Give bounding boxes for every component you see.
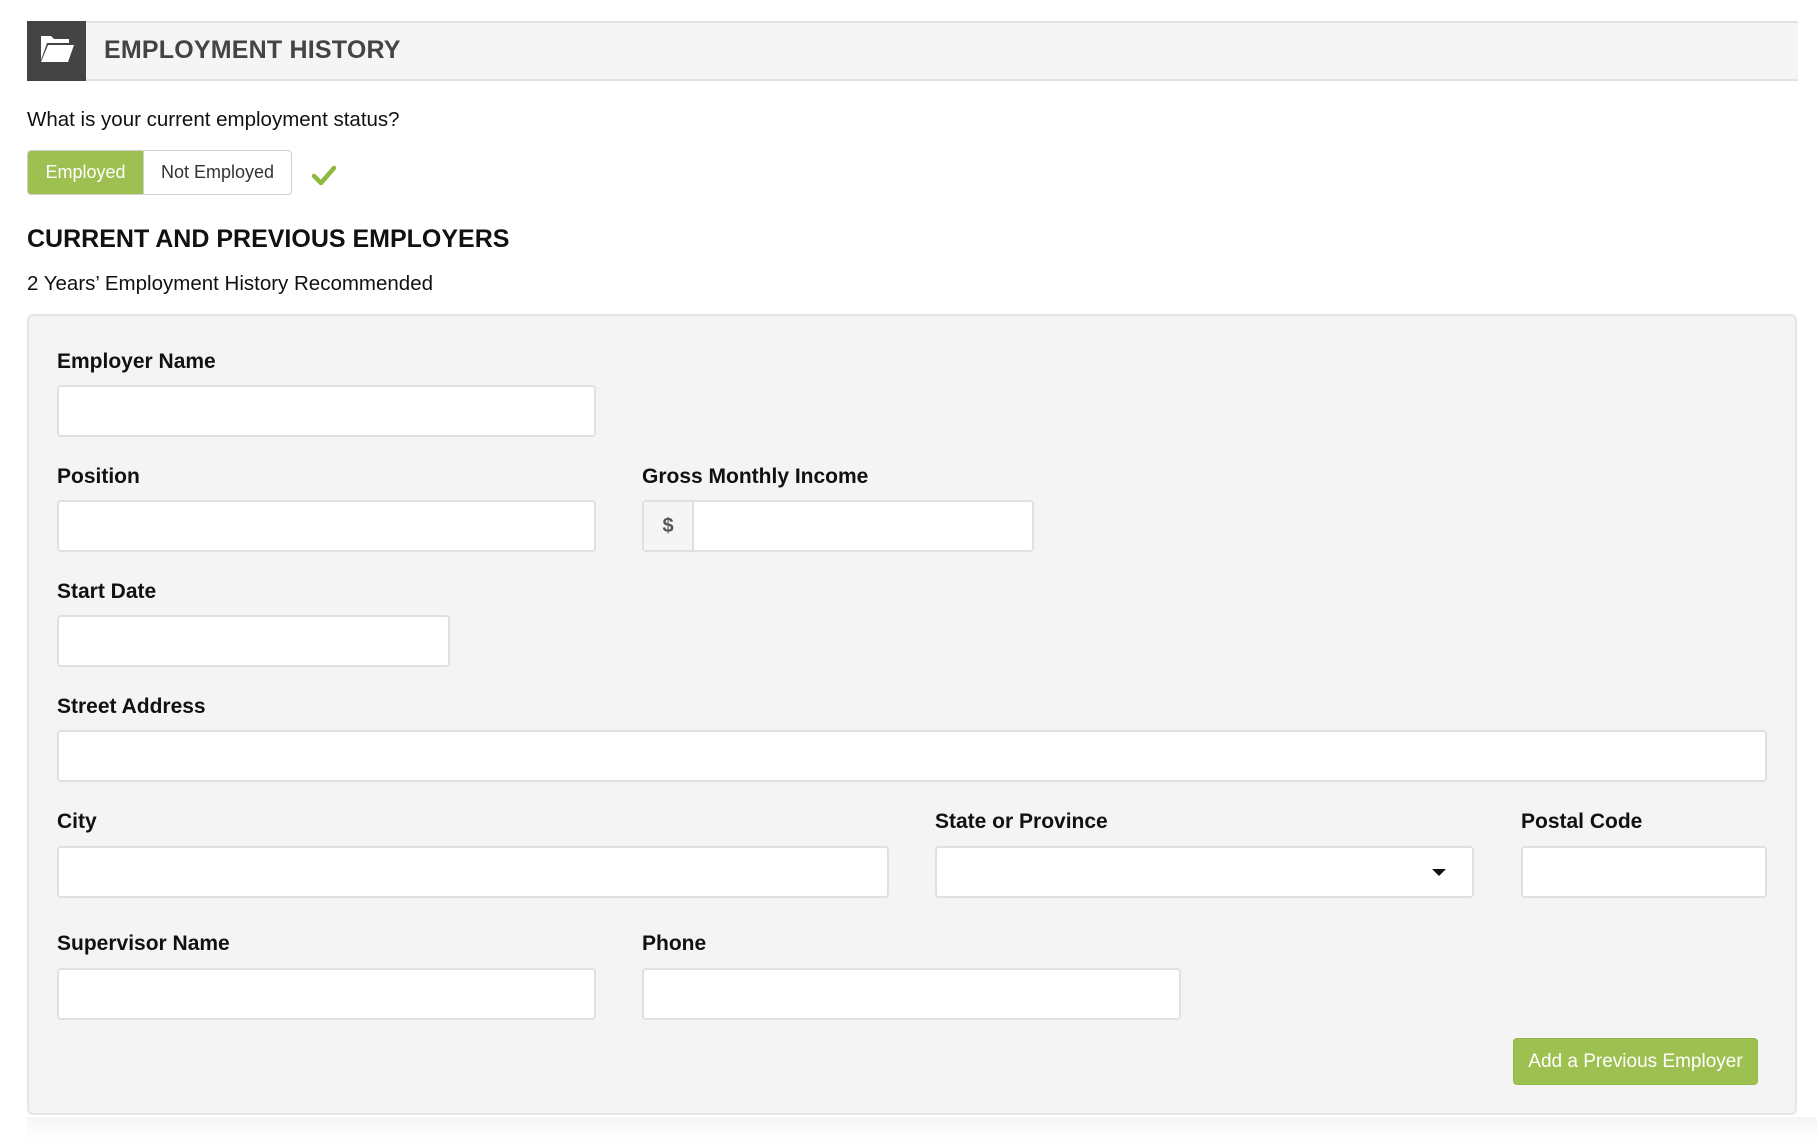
employers-title: CURRENT AND PREVIOUS EMPLOYERS <box>27 225 510 253</box>
section-title: EMPLOYMENT HISTORY <box>104 36 401 64</box>
employer-name-input[interactable] <box>57 385 596 437</box>
position-input[interactable] <box>57 500 596 552</box>
folder-open-icon <box>39 34 75 69</box>
employed-option[interactable]: Employed <box>28 151 143 194</box>
gross-monthly-income-label: Gross Monthly Income <box>642 465 869 488</box>
city-input[interactable] <box>57 846 889 898</box>
phone-input[interactable] <box>642 968 1181 1020</box>
employment-status-question: What is your current employment status? <box>27 108 400 131</box>
start-date-label: Start Date <box>57 580 157 603</box>
panel-shadow <box>27 1117 1817 1142</box>
supervisor-name-input[interactable] <box>57 968 596 1020</box>
header-icon-box <box>27 21 86 81</box>
chevron-down-icon <box>1432 868 1446 876</box>
street-address-label: Street Address <box>57 695 206 718</box>
postal-code-label: Postal Code <box>1521 810 1643 833</box>
city-label: City <box>57 810 97 833</box>
not-employed-option[interactable]: Not Employed <box>143 151 291 194</box>
street-address-input[interactable] <box>57 730 1767 782</box>
supervisor-name-label: Supervisor Name <box>57 932 230 955</box>
employers-subtitle: 2 Years’ Employment History Recommended <box>27 272 434 295</box>
start-date-input[interactable] <box>57 615 450 667</box>
checkmark-icon <box>311 164 337 191</box>
employment-status-toggle: Employed Not Employed <box>27 150 292 195</box>
postal-code-input[interactable] <box>1521 846 1767 898</box>
phone-label: Phone <box>642 932 707 955</box>
employer-name-label: Employer Name <box>57 350 216 373</box>
currency-prefix: $ <box>644 502 694 550</box>
state-province-select[interactable] <box>935 846 1474 898</box>
position-label: Position <box>57 465 140 488</box>
add-previous-employer-button[interactable]: Add a Previous Employer <box>1513 1038 1758 1085</box>
gross-monthly-income-group: $ <box>642 500 1034 552</box>
gross-monthly-income-input[interactable] <box>694 502 1032 550</box>
state-province-label: State or Province <box>935 810 1108 833</box>
